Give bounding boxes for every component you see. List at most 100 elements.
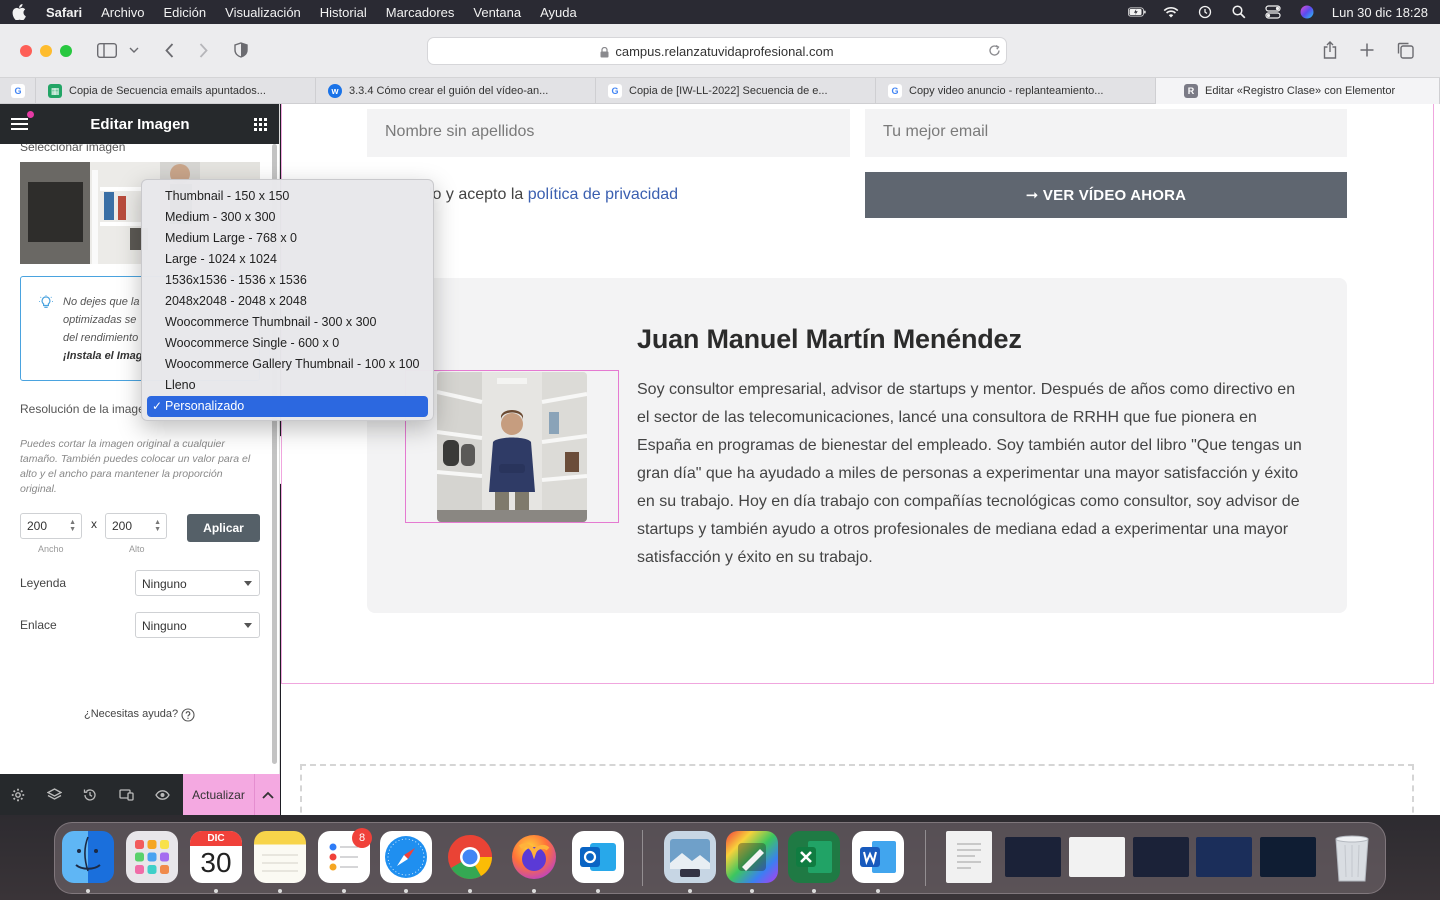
tab-wix[interactable]: w 3.3.4 Cómo crear el guión del vídeo-an… <box>316 78 596 104</box>
profile-photo[interactable] <box>437 372 587 522</box>
help-link[interactable]: ¿Necesitas ayuda? <box>84 708 178 720</box>
siri-icon[interactable] <box>1298 5 1316 19</box>
menu-ayuda[interactable]: Ayuda <box>540 5 577 20</box>
chevron-down-icon[interactable] <box>128 43 140 57</box>
empty-section-dropzone[interactable] <box>300 764 1414 815</box>
responsive-mode-icon[interactable] <box>108 774 144 815</box>
preview-eye-icon[interactable] <box>144 774 180 815</box>
back-icon[interactable] <box>160 41 178 59</box>
tab-google-doc-2[interactable]: G Copy video anuncio - replanteamiento..… <box>876 78 1156 104</box>
sidebar-toggle-icon[interactable] <box>96 41 118 59</box>
word-icon[interactable] <box>852 831 904 883</box>
calendar-month: DIC <box>190 831 242 846</box>
minimized-window-3[interactable] <box>1133 837 1189 877</box>
time-machine-icon[interactable] <box>1196 5 1214 19</box>
new-tab-icon[interactable] <box>1358 41 1376 59</box>
menu-visualizacion[interactable]: Visualización <box>225 5 301 20</box>
tab-overview-icon[interactable] <box>1395 40 1415 60</box>
menu-ventana[interactable]: Ventana <box>473 5 521 20</box>
size-option-large[interactable]: Large - 1024 x 1024 <box>147 249 428 270</box>
address-bar[interactable]: campus.relanzatuvidaprofesional.com <box>427 37 1007 65</box>
caption-select[interactable]: Ninguno <box>135 570 260 596</box>
tab-google-doc-1[interactable]: G Copia de [IW-LL-2022] Secuencia de e..… <box>596 78 876 104</box>
safari-icon[interactable] <box>380 831 432 883</box>
height-input[interactable]: 200 ▲ ▼ <box>105 513 167 539</box>
email-placeholder: Tu mejor email <box>883 123 989 140</box>
link-select[interactable]: Ninguno <box>135 612 260 638</box>
size-option-medium-large[interactable]: Medium Large - 768 x 0 <box>147 228 428 249</box>
tab-sheets[interactable]: ▦ Copia de Secuencia emails apuntados... <box>36 78 316 104</box>
calendar-icon[interactable]: DIC 30 <box>190 831 242 883</box>
menubar-clock[interactable]: Lun 30 dic 18:28 <box>1332 5 1428 20</box>
firefox-icon[interactable] <box>508 831 560 883</box>
help-circle-icon[interactable] <box>181 708 195 722</box>
size-option-medium[interactable]: Medium - 300 x 300 <box>147 207 428 228</box>
settings-gear-icon[interactable] <box>0 774 36 815</box>
share-icon[interactable] <box>1321 40 1339 60</box>
size-option-wc-single[interactable]: Woocommerce Single - 600 x 0 <box>147 333 428 354</box>
reload-icon[interactable] <box>986 42 1002 58</box>
chevron-up-icon[interactable] <box>254 774 280 815</box>
minimize-window-button[interactable] <box>40 45 52 57</box>
menu-edicion[interactable]: Edición <box>164 5 207 20</box>
minimized-window-4[interactable] <box>1196 837 1252 877</box>
stepper-icon[interactable]: ▲ ▼ <box>154 519 161 533</box>
menu-marcadores[interactable]: Marcadores <box>386 5 455 20</box>
image-size-dropdown[interactable]: Thumbnail - 150 x 150 Medium - 300 x 300… <box>141 179 434 421</box>
widgets-grid-icon[interactable] <box>254 118 267 131</box>
optimizer-line: del rendimiento <box>63 332 139 344</box>
menu-historial[interactable]: Historial <box>320 5 367 20</box>
wifi-icon[interactable] <box>1162 5 1180 19</box>
spotlight-search-icon[interactable] <box>1230 5 1248 19</box>
optimizer-line: optimizadas se <box>63 314 137 326</box>
privacy-policy-link[interactable]: política de privacidad <box>528 186 678 203</box>
running-indicator <box>812 889 816 893</box>
document-stack-icon[interactable] <box>946 831 992 883</box>
stepper-icon[interactable]: ▲ ▼ <box>69 519 76 533</box>
email-input[interactable]: Tu mejor email <box>865 109 1347 157</box>
excel-icon[interactable] <box>788 831 840 883</box>
minimized-window-5[interactable] <box>1260 837 1316 877</box>
color-picker-icon[interactable] <box>726 831 778 883</box>
minimized-window-1[interactable] <box>1005 837 1061 877</box>
apple-icon[interactable] <box>12 4 26 20</box>
size-option-wc-gallery[interactable]: Woocommerce Gallery Thumbnail - 100 x 10… <box>147 354 428 375</box>
notes-icon[interactable] <box>254 831 306 883</box>
image-widget-outline[interactable] <box>405 370 619 523</box>
chrome-icon[interactable] <box>444 831 496 883</box>
running-indicator <box>750 889 754 893</box>
update-button[interactable]: Actualizar <box>183 774 254 815</box>
size-option-custom[interactable]: ✓ Personalizado <box>147 396 428 417</box>
privacy-shield-icon[interactable] <box>232 41 250 59</box>
menu-app-safari[interactable]: Safari <box>46 5 82 20</box>
forward-icon[interactable] <box>194 41 212 59</box>
tab-pinned-google[interactable]: G <box>0 78 36 104</box>
outlook-icon[interactable] <box>572 831 624 883</box>
watch-video-button[interactable]: ➞ VER VÍDEO AHORA <box>865 172 1347 218</box>
history-icon[interactable] <box>72 774 108 815</box>
width-input[interactable]: 200 ▲ ▼ <box>20 513 82 539</box>
size-option-wc-thumbnail[interactable]: Woocommerce Thumbnail - 300 x 300 <box>147 312 428 333</box>
close-window-button[interactable] <box>20 45 32 57</box>
menu-archivo[interactable]: Archivo <box>101 5 144 20</box>
layers-icon[interactable] <box>36 774 72 815</box>
optimizer-link[interactable]: ¡Instala el Imag <box>63 347 143 365</box>
launchpad-icon[interactable] <box>126 831 178 883</box>
tab-elementor[interactable]: R Editar «Registro Clase» con Elementor <box>1156 78 1440 104</box>
zoom-window-button[interactable] <box>60 45 72 57</box>
minimized-window-2[interactable] <box>1069 837 1125 877</box>
name-input[interactable]: Nombre sin apellidos <box>367 109 850 157</box>
size-option-2048[interactable]: 2048x2048 - 2048 x 2048 <box>147 291 428 312</box>
size-option-thumbnail[interactable]: Thumbnail - 150 x 150 <box>147 186 428 207</box>
battery-icon[interactable] <box>1127 5 1146 19</box>
apply-button[interactable]: Aplicar <box>187 514 260 542</box>
finder-icon[interactable] <box>62 831 114 883</box>
preview-icon[interactable] <box>664 831 716 883</box>
r-icon: R <box>1184 84 1198 98</box>
size-option-1536[interactable]: 1536x1536 - 1536 x 1536 <box>147 270 428 291</box>
size-option-full[interactable]: Lleno <box>147 375 428 396</box>
control-center-icon[interactable] <box>1264 5 1282 19</box>
menu-icon[interactable] <box>11 117 28 131</box>
trash-icon[interactable] <box>1326 831 1378 883</box>
dock-separator <box>642 830 643 886</box>
